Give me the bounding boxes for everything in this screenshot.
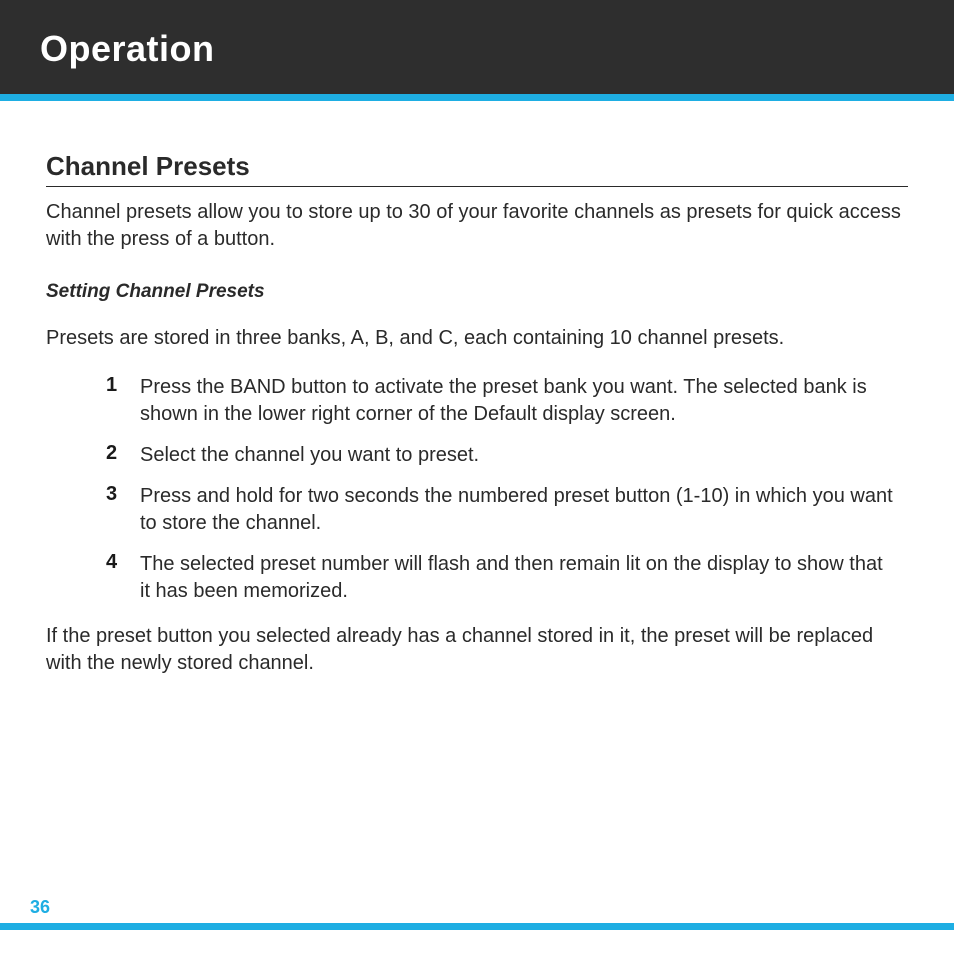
section-heading: Channel Presets: [46, 151, 908, 187]
step-number: 2: [106, 442, 140, 465]
list-item: 4 The selected preset number will flash …: [106, 551, 898, 605]
step-text: The selected preset number will flash an…: [140, 551, 898, 605]
page-number: 36: [30, 897, 56, 918]
page-title: Operation: [40, 28, 914, 70]
lead-paragraph: Presets are stored in three banks, A, B,…: [46, 325, 908, 352]
accent-bar-bottom: [0, 923, 954, 930]
intro-paragraph: Channel presets allow you to store up to…: [46, 199, 908, 253]
accent-bar-top: [0, 94, 954, 101]
step-text: Select the channel you want to preset.: [140, 442, 479, 469]
list-item: 3 Press and hold for two seconds the num…: [106, 483, 898, 537]
content-area: Channel Presets Channel presets allow yo…: [0, 101, 954, 677]
list-item: 2 Select the channel you want to preset.: [106, 442, 898, 469]
steps-list: 1 Press the BAND button to activate the …: [46, 374, 908, 605]
step-text: Press and hold for two seconds the numbe…: [140, 483, 898, 537]
list-item: 1 Press the BAND button to activate the …: [106, 374, 898, 428]
step-number: 1: [106, 374, 140, 397]
step-text: Press the BAND button to activate the pr…: [140, 374, 898, 428]
step-number: 4: [106, 551, 140, 574]
step-number: 3: [106, 483, 140, 506]
closing-paragraph: If the preset button you selected alread…: [46, 623, 908, 677]
header-band: Operation: [0, 0, 954, 94]
sub-heading: Setting Channel Presets: [46, 281, 908, 303]
